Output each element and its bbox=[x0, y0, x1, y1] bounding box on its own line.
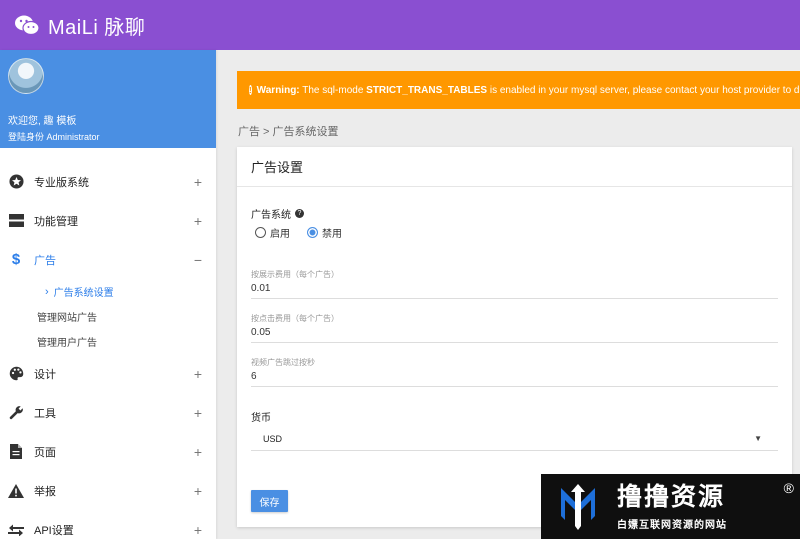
warning-text: The sql-mode bbox=[299, 84, 367, 96]
click-cost-input[interactable]: 0.05 bbox=[251, 327, 778, 342]
warning-code: STRICT_TRANS_TABLES bbox=[366, 84, 488, 96]
sidebar-item-label: 工具 bbox=[34, 407, 56, 420]
collapse-icon[interactable]: − bbox=[192, 252, 204, 268]
warning-banner: ! Warning: The sql-mode STRICT_TRANS_TAB… bbox=[237, 71, 800, 109]
ad-system-radios: 启用 禁用 bbox=[255, 225, 359, 240]
radio-disable-label[interactable]: 禁用 bbox=[322, 225, 342, 240]
click-cost-label: 按点击费用（每个广告） bbox=[251, 314, 339, 323]
dollar-icon: $ bbox=[11, 251, 21, 268]
server-icon bbox=[8, 213, 24, 229]
radio-disable[interactable] bbox=[307, 227, 318, 238]
warning-icon bbox=[8, 483, 24, 499]
sidebar-item-ads[interactable]: $ 广告 − bbox=[0, 240, 216, 279]
expand-icon[interactable]: + bbox=[192, 522, 204, 538]
sidebar-item-label: 设计 bbox=[34, 368, 56, 381]
sidebar-item-label: 广告 bbox=[34, 254, 56, 267]
expand-icon[interactable]: + bbox=[192, 213, 204, 229]
sidebar-subitem-ad-settings[interactable]: › 广告系统设置 bbox=[0, 279, 216, 304]
ad-settings-card: 广告设置 广告系统 ? 启用 禁用 按展示费用（每个广告） 0.01 按点击费用… bbox=[237, 147, 792, 527]
expand-icon[interactable]: + bbox=[192, 174, 204, 190]
ads-submenu: › 广告系统设置 管理网站广告 管理用户广告 bbox=[0, 279, 216, 354]
sidebar-subitem-label: 管理用户广告 bbox=[37, 338, 97, 349]
caret-down-icon: ▼ bbox=[754, 434, 762, 443]
expand-icon[interactable]: + bbox=[192, 444, 204, 460]
file-icon bbox=[8, 444, 24, 460]
wrench-icon bbox=[8, 405, 24, 421]
video-skip-label: 视频广告跳过按秒 bbox=[251, 358, 315, 367]
expand-icon[interactable]: + bbox=[192, 366, 204, 382]
sidebar-item-reports[interactable]: 举报 + bbox=[0, 471, 216, 510]
sidebar-item-label: 专业版系统 bbox=[34, 176, 89, 189]
watermark-subtitle: 白嫖互联网资源的网站 bbox=[617, 516, 727, 531]
ad-system-label: 广告系统 ? bbox=[251, 206, 304, 221]
sidebar-subitem-site-ads[interactable]: 管理网站广告 bbox=[0, 304, 216, 329]
video-skip-input[interactable]: 6 bbox=[251, 371, 778, 386]
currency-select[interactable]: USD ▼ bbox=[251, 427, 778, 451]
top-bar: MaiLi 脉聊 bbox=[0, 0, 800, 50]
brand-name[interactable]: MaiLi 脉聊 bbox=[48, 11, 145, 40]
click-cost-field[interactable]: 按点击费用（每个广告） 0.05 bbox=[251, 313, 778, 343]
view-cost-input[interactable]: 0.01 bbox=[251, 283, 778, 298]
palette-icon bbox=[8, 366, 24, 382]
sidebar-subitem-label: 广告系统设置 bbox=[53, 288, 114, 299]
radio-enable-label[interactable]: 启用 bbox=[270, 225, 290, 240]
user-role: 登陆身份 Administrator bbox=[8, 132, 100, 142]
alert-icon: ! bbox=[249, 85, 252, 95]
chevron-right-icon: › bbox=[45, 285, 49, 298]
ad-system-label-text: 广告系统 bbox=[251, 210, 291, 221]
sidebar-item-pro-system[interactable]: 专业版系统 + bbox=[0, 162, 216, 201]
wechat-icon bbox=[15, 15, 40, 36]
save-button[interactable]: 保存 bbox=[251, 490, 288, 512]
expand-icon[interactable]: + bbox=[192, 483, 204, 499]
sidebar-item-tools[interactable]: 工具 + bbox=[0, 393, 216, 432]
sidebar-menu: 专业版系统 + 功能管理 + $ 广告 − › 广告系统设置 管理网站广告 管理… bbox=[0, 162, 216, 539]
video-skip-field[interactable]: 视频广告跳过按秒 6 bbox=[251, 357, 778, 387]
view-cost-label: 按展示费用（每个广告） bbox=[251, 270, 339, 279]
user-profile: 欢迎您, 趣 模板 登陆身份 Administrator bbox=[0, 50, 216, 148]
radio-enable[interactable] bbox=[255, 227, 266, 238]
view-cost-field[interactable]: 按展示费用（每个广告） 0.01 bbox=[251, 269, 778, 299]
watermark-title: 撸撸资源 bbox=[617, 483, 726, 511]
sidebar-item-features[interactable]: 功能管理 + bbox=[0, 201, 216, 240]
warning-prefix: Warning: bbox=[256, 84, 300, 96]
sidebar-item-design[interactable]: 设计 + bbox=[0, 354, 216, 393]
sidebar-item-label: API设置 bbox=[34, 524, 74, 537]
welcome-text: 欢迎您, 趣 模板 bbox=[8, 116, 77, 127]
currency-value: USD bbox=[263, 433, 283, 444]
avatar[interactable] bbox=[8, 58, 44, 94]
currency-label: 货币 bbox=[251, 413, 271, 424]
sidebar-item-label: 举报 bbox=[34, 485, 56, 498]
registered-mark: ® bbox=[783, 480, 794, 496]
swap-arrows-icon bbox=[8, 522, 24, 538]
star-badge-icon bbox=[8, 174, 24, 190]
sidebar-item-pages[interactable]: 页面 + bbox=[0, 432, 216, 471]
watermark-overlay: 撸撸资源 白嫖互联网资源的网站 ® bbox=[541, 474, 800, 539]
card-title: 广告设置 bbox=[237, 147, 792, 187]
sidebar-item-label: 页面 bbox=[34, 446, 56, 459]
help-icon[interactable]: ? bbox=[295, 209, 304, 218]
sidebar: 欢迎您, 趣 模板 登陆身份 Administrator 专业版系统 + 功能管… bbox=[0, 50, 216, 539]
sidebar-item-api[interactable]: API设置 + bbox=[0, 510, 216, 539]
sidebar-item-label: 功能管理 bbox=[34, 215, 78, 228]
sidebar-subitem-user-ads[interactable]: 管理用户广告 bbox=[0, 329, 216, 354]
warning-text-end: is enabled in your mysql server, please … bbox=[487, 84, 800, 96]
expand-icon[interactable]: + bbox=[192, 405, 204, 421]
sidebar-subitem-label: 管理网站广告 bbox=[37, 313, 97, 324]
breadcrumb: 广告 > 广告系统设置 bbox=[238, 126, 339, 138]
watermark-logo bbox=[561, 483, 595, 530]
